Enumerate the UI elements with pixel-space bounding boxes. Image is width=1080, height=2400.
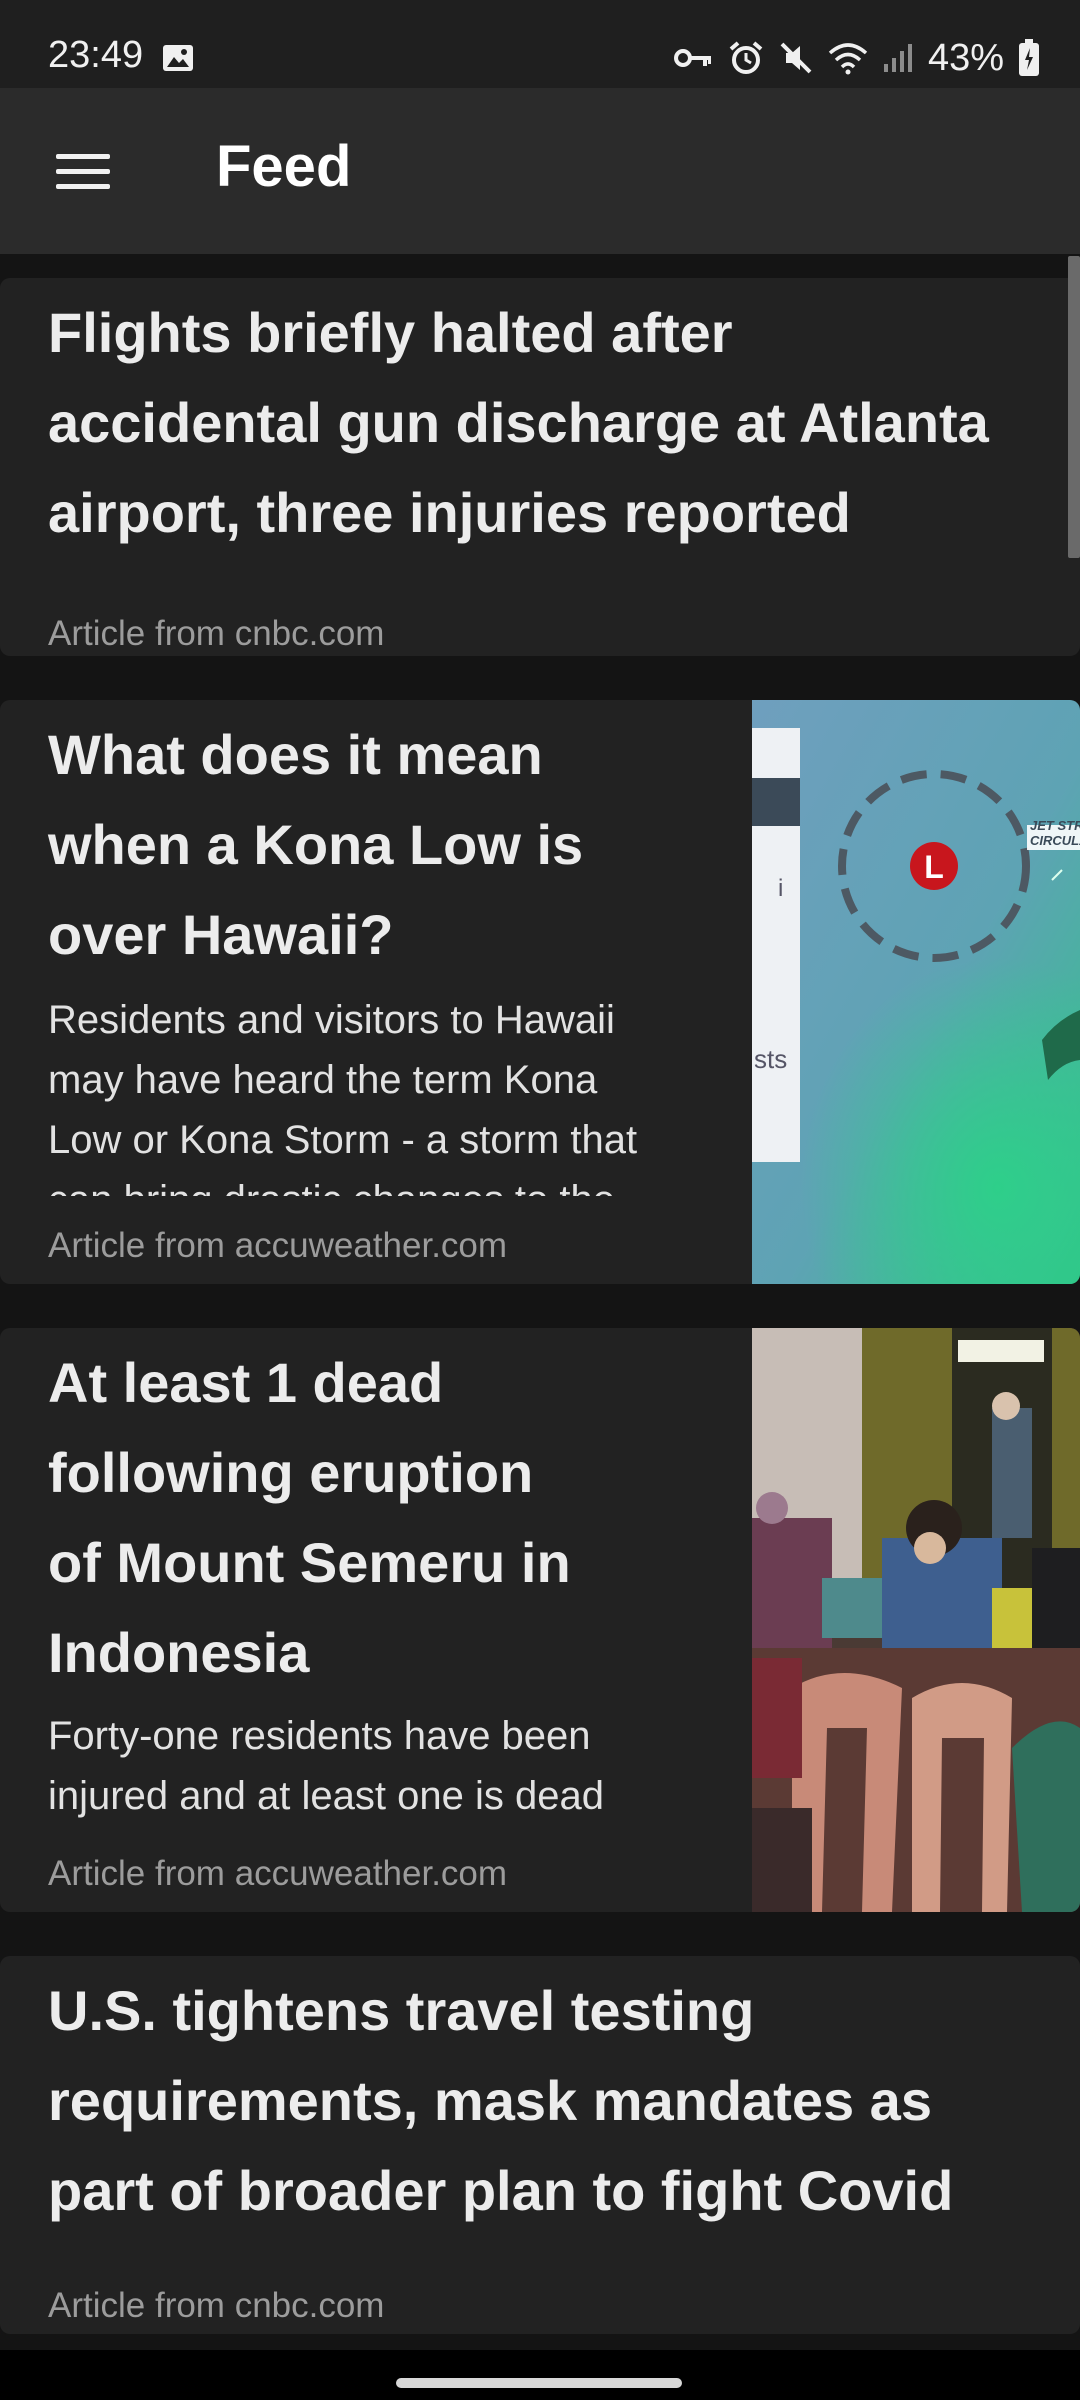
signal-icon — [883, 44, 912, 72]
vpn-key-icon — [673, 49, 711, 67]
battery-icon — [1019, 39, 1039, 76]
article-source: Article from cnbc.com — [48, 2286, 385, 2325]
article-thumbnail[interactable]: sts i L JET STRE CIRCULAT — [752, 700, 1080, 1284]
article-title: What does it mean when a Kona Low is ove… — [48, 710, 583, 980]
title-line: requirements, mask mandates as — [48, 2069, 932, 2132]
kona-low-marker: L — [924, 849, 944, 885]
title-line: At least 1 dead — [48, 1351, 444, 1414]
map-text-fragment: sts — [754, 1044, 787, 1074]
status-time: 23:49 — [48, 34, 144, 76]
title-line: Flights briefly halted after — [48, 301, 733, 364]
article-card[interactable]: Flights briefly halted after accidental … — [0, 278, 1080, 656]
title-line: What does it mean — [48, 723, 543, 786]
weather-map-image: sts i L JET STRE CIRCULAT — [752, 700, 1080, 1284]
map-text-fragment: JET STRE — [1030, 818, 1080, 833]
map-text-fragment: CIRCULAT — [1030, 833, 1080, 848]
hamburger-line — [56, 169, 110, 174]
menu-button[interactable] — [34, 128, 130, 216]
title-line: following eruption — [48, 1441, 534, 1504]
feed-list[interactable]: Flights briefly halted after accidental … — [0, 254, 1080, 2350]
title-line: of Mount Semeru in — [48, 1531, 571, 1594]
summary-line: Residents and visitors to Hawaii — [48, 998, 615, 1042]
battery-percent: 43% — [927, 37, 1004, 79]
title-line: airport, three injuries reported — [48, 481, 851, 544]
article-title: At least 1 dead following eruption of Mo… — [48, 1338, 571, 1698]
article-summary: Forty-one residents have been injured an… — [48, 1706, 604, 1826]
article-card[interactable]: At least 1 dead following eruption of Mo… — [0, 1328, 1080, 1912]
article-source: Article from accuweather.com — [48, 1226, 508, 1265]
title-line: accidental gun discharge at Atlanta — [48, 391, 989, 454]
page-title: Feed — [216, 134, 352, 199]
alarm-icon — [729, 41, 763, 74]
article-source: Article from cnbc.com — [48, 614, 385, 653]
article-card[interactable]: U.S. tightens travel testing requirement… — [0, 1956, 1080, 2334]
title-line: Indonesia — [48, 1621, 310, 1684]
hamburger-menu-icon — [56, 154, 110, 159]
title-line: over Hawaii? — [48, 903, 394, 966]
eruption-shelter-photo — [752, 1328, 1080, 1912]
map-text-fragment: i — [778, 875, 783, 902]
article-title: Flights briefly halted after accidental … — [48, 288, 989, 558]
navigation-bar — [0, 2350, 1080, 2400]
summary-line: may have heard the term Kona — [48, 1058, 598, 1102]
mute-icon — [780, 42, 812, 74]
article-thumbnail[interactable] — [752, 1328, 1080, 1912]
scrollbar-thumb[interactable] — [1068, 256, 1080, 558]
hamburger-line — [56, 184, 110, 189]
status-bar: 23:49 43% — [0, 0, 1080, 88]
wifi-icon — [828, 43, 868, 75]
summary-line: Low or Kona Storm - a storm that — [48, 1118, 638, 1162]
home-gesture-handle[interactable] — [396, 2378, 682, 2388]
status-icons: 43% — [673, 36, 1040, 80]
article-source: Article from accuweather.com — [48, 1854, 508, 1893]
app-bar: Feed — [0, 88, 1080, 254]
title-line: part of broader plan to fight Covid — [48, 2159, 954, 2222]
summary-line: injured and at least one is dead — [48, 1774, 604, 1818]
summary-line: can bring drastic changes to the — [48, 1170, 637, 1196]
gallery-icon — [163, 45, 193, 71]
title-line: U.S. tightens travel testing — [48, 1979, 755, 2042]
article-title: U.S. tightens travel testing requirement… — [48, 1966, 953, 2236]
title-line: when a Kona Low is — [48, 813, 584, 876]
article-card[interactable]: What does it mean when a Kona Low is ove… — [0, 700, 1080, 1284]
summary-line: Forty-one residents have been — [48, 1714, 591, 1758]
article-summary: Residents and visitors to Hawaii may hav… — [48, 990, 637, 1196]
